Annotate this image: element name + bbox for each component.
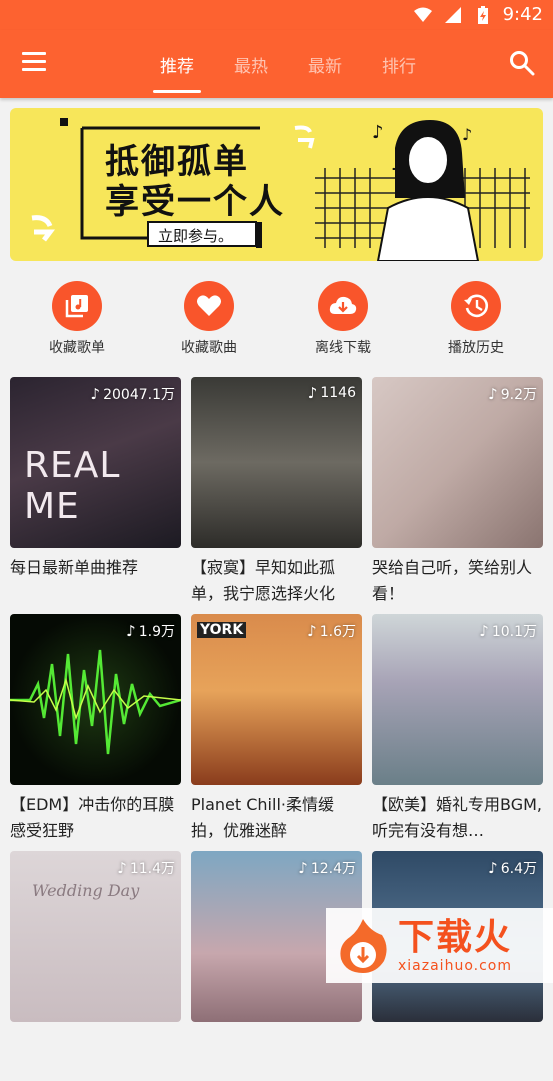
cover-text: REAL ME <box>24 445 121 527</box>
tab-ranking[interactable]: 排行 <box>362 30 436 98</box>
play-count-value: 12.4万 <box>310 861 356 877</box>
history-icon <box>464 294 488 318</box>
play-history-button[interactable]: 播放历史 <box>426 281 526 357</box>
playlist-cover: ♪ 1.9万 <box>10 614 181 785</box>
play-count: ♪ 1.9万 <box>126 621 175 641</box>
play-count: ♪ 6.4万 <box>488 858 537 878</box>
play-count: ♪ 9.2万 <box>488 384 537 404</box>
playlist-icon <box>65 295 88 318</box>
cover-text: YORK <box>197 622 247 638</box>
playlist-title: 【寂寞】早知如此孤单，我宁愿选择火化 <box>191 558 336 603</box>
menu-icon[interactable] <box>22 52 48 74</box>
music-note-icon: ♪ <box>307 622 317 640</box>
svg-text:♪: ♪ <box>462 125 472 144</box>
battery-charging-icon <box>477 5 488 24</box>
quick-actions: 收藏歌单 收藏歌曲 离线下载 播放历史 <box>0 281 553 361</box>
watermark-brand: 下载火 <box>398 916 513 958</box>
music-note-icon: ♪ <box>126 622 136 640</box>
music-note-icon: ♪ <box>488 859 498 877</box>
play-count-value: 6.4万 <box>500 861 537 877</box>
playlist-cover: REAL ME ♪ 20047.1万 <box>10 377 181 548</box>
play-count: ♪ 1.6万 <box>307 621 356 641</box>
banner-join-button[interactable]: 立即参与。 <box>158 225 233 246</box>
playlist-title: 【欧美】婚礼专用BGM,听完有没有想… <box>372 795 542 840</box>
flame-logo-icon <box>340 918 387 973</box>
playlist-card[interactable]: YORK ♪ 1.6万 Planet Chill·柔情缓拍，优雅迷醉 <box>191 614 362 844</box>
playlist-title <box>10 1029 181 1081</box>
fav-songs-label: 收藏歌曲 <box>181 340 237 356</box>
play-count: ♪ 20047.1万 <box>91 384 175 404</box>
music-note-icon: ♪ <box>90 385 101 403</box>
watermark-url: xiazaihuo.com <box>398 957 512 974</box>
playlist-title <box>372 1029 543 1081</box>
play-count: ♪ 12.4万 <box>298 858 356 878</box>
play-count: ♪ 11.4万 <box>117 858 175 878</box>
play-count-value: 20047.1万 <box>103 387 175 403</box>
playlist-cover: ♪ 1146 <box>191 377 362 548</box>
tab-recommend[interactable]: 推荐 <box>140 30 214 98</box>
playlist-card[interactable]: Wedding Day ♪ 11.4万 <box>10 851 181 1081</box>
fav-songs-button[interactable]: 收藏歌曲 <box>159 281 259 357</box>
music-note-icon: ♪ <box>479 622 489 640</box>
music-note-icon: ♪ <box>488 385 498 403</box>
play-count: ♪ 10.1万 <box>479 621 537 641</box>
tab-hottest[interactable]: 最热 <box>214 30 288 98</box>
fav-playlists-button[interactable]: 收藏歌单 <box>27 281 127 357</box>
cloud-download-icon <box>329 296 357 314</box>
play-count-value: 1.6万 <box>319 624 356 640</box>
playlist-cover: ♪ 9.2万 <box>372 377 543 548</box>
signal-icon <box>444 6 461 23</box>
play-count-value: 9.2万 <box>500 387 537 403</box>
playlist-cover: ♪ 10.1万 <box>372 614 543 785</box>
play-count-value: 1.9万 <box>138 624 175 640</box>
watermark-logo: 下载火 xiazaihuo.com <box>326 908 553 983</box>
play-count-value: 10.1万 <box>491 624 537 640</box>
status-bar: 9:42 <box>0 0 553 30</box>
play-history-label: 播放历史 <box>448 340 504 356</box>
playlist-card[interactable]: REAL ME ♪ 20047.1万每日最新单曲推荐 <box>10 377 181 607</box>
playlist-cover: Wedding Day ♪ 11.4万 <box>10 851 181 1022</box>
search-icon[interactable] <box>509 50 535 76</box>
playlist-title: 每日最新单曲推荐 <box>10 558 139 577</box>
playlist-title: Planet Chill·柔情缓拍，优雅迷醉 <box>191 795 334 840</box>
promo-banner[interactable]: ♪ ♪ ♫ 抵御孤单 享受一个人 立即参与。 <box>10 108 543 261</box>
playlist-card[interactable]: ♪ 1146 【寂寞】早知如此孤单，我宁愿选择火化 <box>191 377 362 607</box>
cover-text: Wedding Day <box>32 881 140 900</box>
music-note-icon: ♪ <box>117 859 127 877</box>
playlist-card[interactable]: ♪ 1.9万【EDM】冲击你的耳膜 感受狂野 <box>10 614 181 844</box>
playlist-title <box>191 1029 362 1081</box>
play-count-value: 1146 <box>320 385 356 401</box>
svg-text:♫: ♫ <box>390 158 403 174</box>
banner-line2: 享受一个人 <box>105 182 285 222</box>
offline-download-button[interactable]: 离线下载 <box>293 281 393 357</box>
play-count-value: 11.4万 <box>129 861 175 877</box>
play-count: ♪ 1146 <box>308 384 356 402</box>
playlist-card[interactable]: ♪ 9.2万哭给自己听，笑给别人看！ <box>372 377 543 607</box>
music-note-icon: ♪ <box>298 859 308 877</box>
music-note-icon: ♪ <box>307 384 318 402</box>
offline-download-label: 离线下载 <box>315 340 371 356</box>
tab-bar: 推荐 最热 最新 排行 <box>140 30 436 98</box>
status-time: 9:42 <box>502 4 543 25</box>
wifi-icon <box>413 7 432 22</box>
svg-text:♪: ♪ <box>372 122 384 143</box>
playlist-title: 【EDM】冲击你的耳膜 感受狂野 <box>10 795 175 840</box>
fav-playlists-label: 收藏歌单 <box>49 340 105 356</box>
playlist-cover: YORK ♪ 1.6万 <box>191 614 362 785</box>
app-bar: 推荐 最热 最新 排行 <box>0 30 553 98</box>
heart-icon <box>197 295 221 316</box>
playlist-title: 哭给自己听，笑给别人看！ <box>372 558 533 603</box>
playlist-card[interactable]: ♪ 10.1万【欧美】婚礼专用BGM,听完有没有想… <box>372 614 543 844</box>
tab-newest[interactable]: 最新 <box>288 30 362 98</box>
